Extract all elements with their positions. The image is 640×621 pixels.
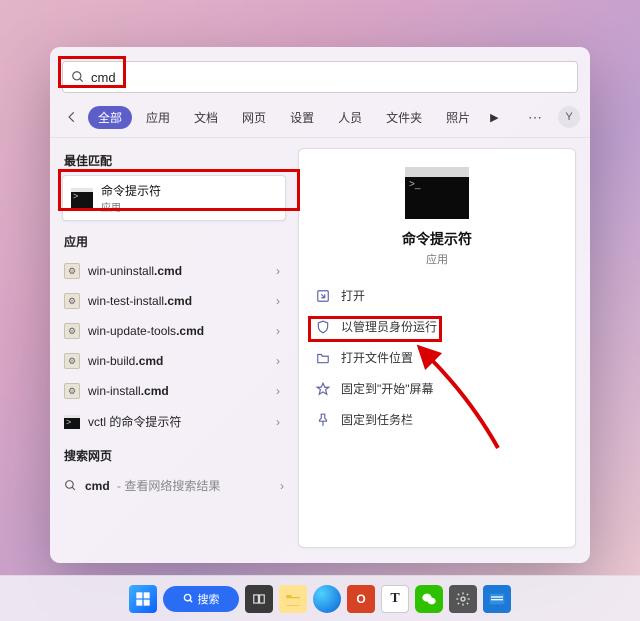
app-icon[interactable]: [483, 585, 511, 613]
tab-docs[interactable]: 文档: [184, 106, 228, 129]
start-button[interactable]: [129, 585, 157, 613]
apps-list: ⚙win-uninstall.cmd › ⚙win-test-install.c…: [62, 256, 286, 437]
search-flyout: 全部 应用 文档 网页 设置 人员 文件夹 照片 ▶ ⋯ Y 最佳匹配 命令提示…: [50, 47, 590, 563]
list-item[interactable]: ⚙win-update-tools.cmd ›: [62, 316, 286, 346]
tab-folders[interactable]: 文件夹: [376, 106, 432, 129]
best-match-card[interactable]: 命令提示符 应用: [62, 175, 286, 221]
tab-photos[interactable]: 照片: [436, 106, 480, 129]
best-match-title: 命令提示符: [101, 182, 161, 199]
pin-icon: [315, 412, 331, 428]
tab-settings[interactable]: 设置: [280, 106, 324, 129]
settings-icon[interactable]: [449, 585, 477, 613]
text-app-icon[interactable]: T: [381, 585, 409, 613]
wechat-icon[interactable]: [415, 585, 443, 613]
settings-file-icon: ⚙: [64, 293, 80, 309]
tab-all[interactable]: 全部: [88, 106, 132, 129]
chevron-right-icon: ›: [276, 415, 280, 429]
chevron-right-icon: ›: [276, 384, 280, 398]
results-body: 最佳匹配 命令提示符 应用 应用 ⚙win-uninstall.cmd › ⚙w…: [50, 138, 590, 558]
taskbar: 搜索 O T: [0, 575, 640, 621]
tab-web[interactable]: 网页: [232, 106, 276, 129]
back-button[interactable]: [60, 105, 84, 129]
preview-sub: 应用: [313, 251, 561, 267]
action-open[interactable]: 打开: [313, 281, 561, 310]
action-open-location[interactable]: 打开文件位置: [313, 343, 561, 372]
action-pin-start[interactable]: 固定到"开始"屏幕: [313, 374, 561, 403]
list-item[interactable]: ⚙win-install.cmd ›: [62, 376, 286, 406]
preview-app-icon: [405, 167, 469, 219]
search-icon: [71, 70, 85, 84]
list-item[interactable]: vctl 的命令提示符 ›: [62, 406, 286, 437]
tab-more-play[interactable]: ▶: [484, 108, 504, 127]
settings-file-icon: ⚙: [64, 353, 80, 369]
shield-icon: [315, 319, 331, 335]
best-match-sub: 应用: [101, 199, 161, 214]
preview-card: 命令提示符 应用 打开 以管理员身份运行 打开文件位置: [298, 148, 576, 548]
list-item[interactable]: ⚙win-test-install.cmd ›: [62, 286, 286, 316]
more-menu[interactable]: ⋯: [520, 106, 550, 129]
chevron-right-icon: ›: [276, 264, 280, 278]
list-item[interactable]: ⚙win-build.cmd ›: [62, 346, 286, 376]
chevron-right-icon: ›: [280, 479, 284, 493]
action-pin-taskbar[interactable]: 固定到任务栏: [313, 405, 561, 434]
results-right: 命令提示符 应用 打开 以管理员身份运行 打开文件位置: [290, 138, 590, 558]
best-match-label: 最佳匹配: [64, 152, 286, 169]
settings-file-icon: ⚙: [64, 323, 80, 339]
settings-file-icon: ⚙: [64, 383, 80, 399]
taskbar-search[interactable]: 搜索: [163, 586, 239, 612]
action-list: 打开 以管理员身份运行 打开文件位置 固定到"开始"屏幕: [313, 281, 561, 434]
explorer-icon[interactable]: [279, 585, 307, 613]
search-icon: [64, 479, 77, 492]
web-label: 搜索网页: [64, 447, 286, 464]
tab-apps[interactable]: 应用: [136, 106, 180, 129]
web-search-item[interactable]: cmd - 查看网络搜索结果 ›: [62, 470, 286, 501]
edge-icon[interactable]: [313, 585, 341, 613]
settings-file-icon: ⚙: [64, 263, 80, 279]
cmd-icon: [71, 188, 93, 208]
list-item[interactable]: ⚙win-uninstall.cmd ›: [62, 256, 286, 286]
avatar[interactable]: Y: [558, 106, 580, 128]
chevron-right-icon: ›: [276, 324, 280, 338]
search-input[interactable]: [91, 70, 569, 85]
office-icon[interactable]: O: [347, 585, 375, 613]
search-bar[interactable]: [62, 61, 578, 93]
results-left: 最佳匹配 命令提示符 应用 应用 ⚙win-uninstall.cmd › ⚙w…: [50, 138, 290, 558]
tabs-row: 全部 应用 文档 网页 设置 人员 文件夹 照片 ▶ ⋯ Y: [50, 103, 590, 138]
chevron-right-icon: ›: [276, 294, 280, 308]
action-run-as-admin[interactable]: 以管理员身份运行: [313, 312, 561, 341]
folder-icon: [315, 350, 331, 366]
apps-label: 应用: [64, 233, 286, 250]
cmd-icon: [64, 415, 80, 429]
pin-icon: [315, 381, 331, 397]
open-icon: [315, 288, 331, 304]
taskview-icon[interactable]: [245, 585, 273, 613]
tab-people[interactable]: 人员: [328, 106, 372, 129]
chevron-right-icon: ›: [276, 354, 280, 368]
preview-title: 命令提示符: [313, 229, 561, 249]
